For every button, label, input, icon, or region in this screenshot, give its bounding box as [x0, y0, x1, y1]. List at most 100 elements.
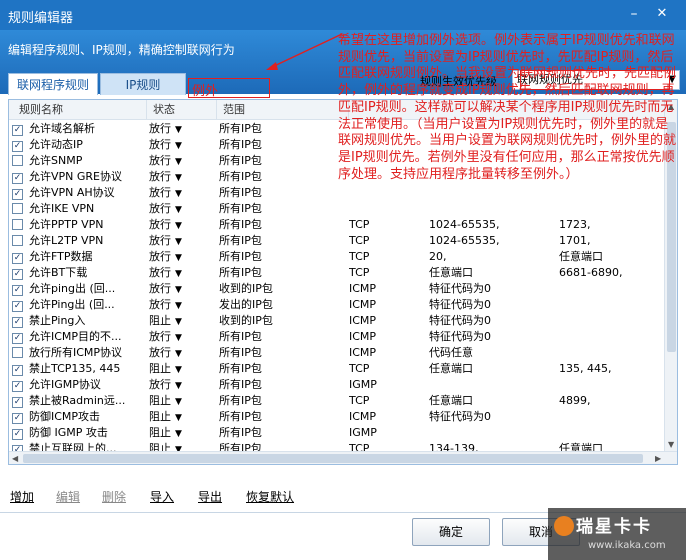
minimize-icon[interactable]: –	[624, 4, 644, 24]
checkbox-checked-icon[interactable]: ✓	[12, 317, 23, 328]
rule-status[interactable]: 放行 ▼	[149, 233, 215, 249]
table-row[interactable]: ✓ 禁止被Radmin远... 阻止 ▼ 所有IP包 TCP 任意端口 4899,	[9, 393, 665, 409]
rule-status[interactable]: 放行 ▼	[149, 185, 215, 201]
restore-default-link[interactable]: 恢复默认	[246, 488, 294, 505]
row-checkbox[interactable]: ✓	[12, 329, 24, 345]
import-link[interactable]: 导入	[150, 488, 174, 505]
row-checkbox[interactable]: ✓	[12, 169, 24, 185]
delete-link[interactable]: 删除	[102, 488, 126, 505]
table-row[interactable]: ✓ 禁止互联网上的... 阻止 ▼ 所有IP包 TCP 134-139, 任意端口	[9, 441, 665, 451]
chevron-down-icon[interactable]: ▼	[175, 285, 182, 295]
chevron-down-icon[interactable]: ▼	[175, 397, 182, 407]
chevron-down-icon[interactable]: ▼	[175, 125, 182, 135]
rule-status[interactable]: 阻止 ▼	[149, 313, 215, 329]
checkbox-checked-icon[interactable]: ✓	[12, 301, 23, 312]
checkbox-unchecked-icon[interactable]	[12, 203, 23, 214]
chevron-down-icon[interactable]: ▼	[175, 349, 182, 359]
rule-status[interactable]: 阻止 ▼	[149, 393, 215, 409]
row-checkbox[interactable]: ✓	[12, 377, 24, 393]
rule-status[interactable]: 放行 ▼	[149, 297, 215, 313]
close-icon[interactable]: ✕	[652, 4, 672, 24]
title-bar[interactable]: 规则编辑器 – ✕	[0, 0, 686, 30]
checkbox-checked-icon[interactable]: ✓	[12, 125, 23, 136]
chevron-down-icon[interactable]: ▼	[175, 237, 182, 247]
add-link[interactable]: 增加	[10, 488, 34, 505]
row-checkbox[interactable]: ✓	[12, 185, 24, 201]
chevron-down-icon[interactable]: ▼	[175, 381, 182, 391]
table-row[interactable]: ✓ 允许ICMP目的不... 放行 ▼ 所有IP包 ICMP 特征代码为0	[9, 329, 665, 345]
row-checkbox[interactable]: ✓	[12, 297, 24, 313]
table-row[interactable]: ✓ 允许ping出 (回... 放行 ▼ 收到的IP包 ICMP 特征代码为0	[9, 281, 665, 297]
table-row[interactable]: ✓ 防御ICMP攻击 阻止 ▼ 所有IP包 ICMP 特征代码为0	[9, 409, 665, 425]
checkbox-checked-icon[interactable]: ✓	[12, 285, 23, 296]
checkbox-checked-icon[interactable]: ✓	[12, 413, 23, 424]
checkbox-checked-icon[interactable]: ✓	[12, 365, 23, 376]
rule-status[interactable]: 放行 ▼	[149, 329, 215, 345]
table-row[interactable]: ✓ 禁止TCP135, 445 阻止 ▼ 所有IP包 TCP 任意端口 135, 445,	[9, 361, 665, 377]
row-checkbox[interactable]: ✓	[12, 393, 24, 409]
row-checkbox[interactable]	[12, 201, 24, 217]
row-checkbox[interactable]: ✓	[12, 409, 24, 425]
chevron-down-icon[interactable]: ▼	[175, 173, 182, 183]
chevron-down-icon[interactable]: ▼	[175, 333, 182, 343]
table-row[interactable]: 允许IKE VPN 放行 ▼ 所有IP包	[9, 201, 665, 217]
rule-status[interactable]: 放行 ▼	[149, 265, 215, 281]
checkbox-unchecked-icon[interactable]	[12, 235, 23, 246]
table-row[interactable]: ✓ 允许BT下载 放行 ▼ 所有IP包 TCP 任意端口 6681-6890,	[9, 265, 665, 281]
table-row[interactable]: ✓ 防御 IGMP 攻击 阻止 ▼ 所有IP包 IGMP	[9, 425, 665, 441]
rule-status[interactable]: 放行 ▼	[149, 377, 215, 393]
rule-status[interactable]: 放行 ▼	[149, 281, 215, 297]
chevron-down-icon[interactable]: ▼	[175, 413, 182, 423]
table-row[interactable]: 允许PPTP VPN 放行 ▼ 所有IP包 TCP 1024-65535, 1723,	[9, 217, 665, 233]
ok-button[interactable]: 确定	[412, 518, 490, 546]
horizontal-scrollbar[interactable]: ◀ ▶	[9, 451, 677, 464]
scroll-right-icon[interactable]: ▶	[655, 454, 661, 463]
row-checkbox[interactable]: ✓	[12, 313, 24, 329]
table-row[interactable]: ✓ 允许VPN AH协议 放行 ▼ 所有IP包	[9, 185, 665, 201]
rule-status[interactable]: 阻止 ▼	[149, 409, 215, 425]
rule-status[interactable]: 放行 ▼	[149, 169, 215, 185]
chevron-down-icon[interactable]: ▼	[175, 429, 182, 439]
table-row[interactable]: ✓ 禁止Ping入 阻止 ▼ 收到的IP包 ICMP 特征代码为0	[9, 313, 665, 329]
checkbox-unchecked-icon[interactable]	[12, 155, 23, 166]
rule-status[interactable]: 阻止 ▼	[149, 441, 215, 451]
chevron-down-icon[interactable]: ▼	[175, 365, 182, 375]
scroll-left-icon[interactable]: ◀	[12, 454, 18, 463]
rule-status[interactable]: 放行 ▼	[149, 121, 215, 137]
column-header-range[interactable]: 范围	[217, 100, 349, 120]
rule-status[interactable]: 放行 ▼	[149, 249, 215, 265]
chevron-down-icon[interactable]: ▼	[175, 269, 182, 279]
checkbox-checked-icon[interactable]: ✓	[12, 397, 23, 408]
column-header-name[interactable]: 规则名称	[9, 100, 147, 120]
checkbox-checked-icon[interactable]: ✓	[12, 253, 23, 264]
chevron-down-icon[interactable]: ▼	[175, 205, 182, 215]
rule-status[interactable]: 放行 ▼	[149, 153, 215, 169]
horizontal-scroll-thumb[interactable]	[23, 454, 643, 463]
scroll-down-icon[interactable]: ▼	[668, 440, 674, 449]
table-row[interactable]: 放行所有ICMP协议 放行 ▼ 所有IP包 ICMP 代码任意	[9, 345, 665, 361]
row-checkbox[interactable]	[12, 233, 24, 249]
checkbox-unchecked-icon[interactable]	[12, 219, 23, 230]
table-row[interactable]: ✓ 允许IGMP协议 放行 ▼ 所有IP包 IGMP	[9, 377, 665, 393]
column-header-status[interactable]: 状态	[147, 100, 217, 120]
checkbox-checked-icon[interactable]: ✓	[12, 333, 23, 344]
rule-status[interactable]: 阻止 ▼	[149, 425, 215, 441]
table-row[interactable]: ✓ 允许Ping出 (回... 放行 ▼ 发出的IP包 ICMP 特征代码为0	[9, 297, 665, 313]
row-checkbox[interactable]: ✓	[12, 265, 24, 281]
chevron-down-icon[interactable]: ▼	[175, 157, 182, 167]
checkbox-checked-icon[interactable]: ✓	[12, 381, 23, 392]
rule-status[interactable]: 阻止 ▼	[149, 361, 215, 377]
row-checkbox[interactable]: ✓	[12, 361, 24, 377]
rule-status[interactable]: 放行 ▼	[149, 217, 215, 233]
chevron-down-icon[interactable]: ▼	[175, 301, 182, 311]
tab-ip-rules[interactable]: IP规则	[100, 73, 186, 95]
table-row[interactable]: 允许L2TP VPN 放行 ▼ 所有IP包 TCP 1024-65535, 1701,	[9, 233, 665, 249]
row-checkbox[interactable]: ✓	[12, 121, 24, 137]
checkbox-checked-icon[interactable]: ✓	[12, 269, 23, 280]
chevron-down-icon[interactable]: ▼	[175, 189, 182, 199]
tab-program-rules[interactable]: 联网程序规则	[8, 73, 98, 95]
checkbox-checked-icon[interactable]: ✓	[12, 189, 23, 200]
checkbox-checked-icon[interactable]: ✓	[12, 173, 23, 184]
rule-status[interactable]: 放行 ▼	[149, 137, 215, 153]
checkbox-unchecked-icon[interactable]	[12, 347, 23, 358]
